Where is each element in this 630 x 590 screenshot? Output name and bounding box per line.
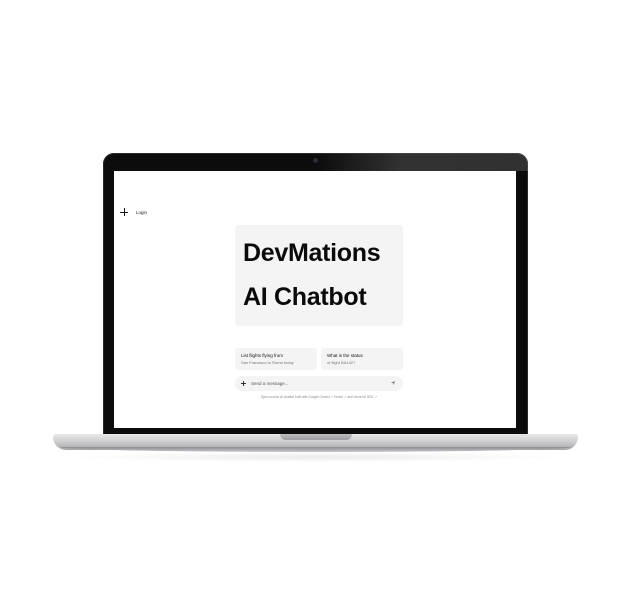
laptop-frame: Login DevMations AI Chatbot List flights… xyxy=(0,0,630,590)
laptop-opening-notch xyxy=(280,434,352,440)
laptop-shadow xyxy=(60,452,570,462)
suggestion-card-flights[interactable]: List flights flying from San Francisco t… xyxy=(235,348,317,370)
top-bar: Login xyxy=(120,208,147,216)
login-link[interactable]: Login xyxy=(136,210,147,215)
suggestion-card-status[interactable]: What is the status of flight BA142? xyxy=(321,348,403,370)
suggestion-subtitle: of flight BA142? xyxy=(327,360,356,365)
footer-note: Open source AI chatbot built with Google… xyxy=(260,395,378,399)
send-arrow-icon[interactable]: ➤ xyxy=(390,379,400,389)
suggestion-title: List flights flying from xyxy=(241,353,284,358)
suggestion-subtitle: San Francisco to Rome today xyxy=(241,360,294,365)
hero-title-line-2: AI Chatbot xyxy=(243,283,367,311)
new-chat-plus-icon[interactable] xyxy=(120,208,128,216)
laptop-screen: Login DevMations AI Chatbot List flights… xyxy=(114,171,516,428)
camera-icon xyxy=(313,158,318,163)
hero-title-line-1: DevMations xyxy=(243,239,381,267)
hero-card: DevMations AI Chatbot xyxy=(235,225,403,326)
suggestion-title: What is the status xyxy=(327,353,363,358)
attach-plus-icon[interactable] xyxy=(241,381,246,386)
message-input[interactable] xyxy=(251,379,381,388)
message-composer: ➤ xyxy=(235,376,403,391)
